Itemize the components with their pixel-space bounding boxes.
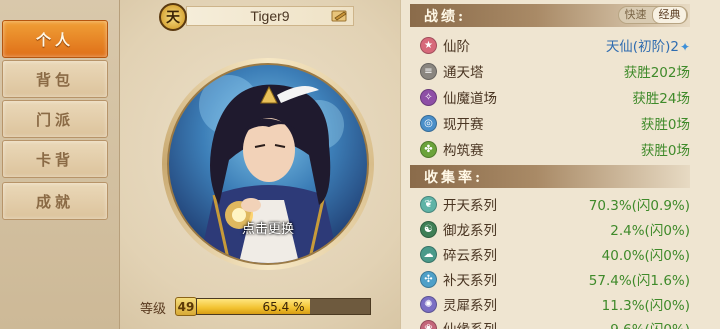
sidebar: 个人 背包 门派 卡背 成就 [0,0,120,329]
demon-icon: ✧ [420,88,437,106]
record-row-rank: ★ 仙阶 天仙(初阶)2✦ [420,33,690,57]
tab-card-back[interactable]: 卡背 [2,140,108,178]
collection-header: 收集率: [410,165,690,188]
tab-personal[interactable]: 个人 [2,20,108,58]
record-label: 仙阶 [443,39,470,55]
exp-bar: 65.4 % [196,298,371,315]
record-row-build: ✤ 构筑赛 获胜0场 [420,137,690,161]
tab-sect[interactable]: 门派 [2,100,108,138]
collection-row: ❦ 开天系列 70.3%(闪0.9%) [420,192,690,216]
record-row-tower: ≡ 通天塔 获胜202场 [420,59,690,83]
avatar[interactable]: 点击更换 [167,63,369,265]
swirl-icon: ◎ [420,114,437,132]
tab-backpack[interactable]: 背包 [2,60,108,98]
build-icon: ✤ [420,140,437,158]
record-value: 获胜24场 [632,91,690,107]
collection-value: 11.3%(闪0%) [601,298,690,314]
level-badge: 49 [175,297,197,316]
tower-icon: ≡ [420,62,437,80]
change-avatar-label[interactable]: 点击更换 [169,218,367,237]
edit-name-icon[interactable] [330,8,350,24]
collection-label: 仙缘系列 [443,318,497,329]
record-label: 构筑赛 [443,143,484,159]
exp-percent: 65.4 % [262,299,305,314]
collection-row: ❀ 仙缘系列 9.6%(闪0%) [420,316,690,329]
record-row-open: ◎ 现开赛 获胜0场 [420,111,690,135]
level-label: 等级 [140,302,167,317]
avatar-frame[interactable]: 点击更换 [162,58,374,270]
dragon-icon: ☯ [420,220,437,238]
star-icon: ★ [420,36,437,54]
collection-label: 御龙系列 [443,223,497,239]
record-value: 天仙(初阶)2✦ [605,39,690,55]
collection-label: 补天系列 [443,273,497,289]
collection-label: 灵犀系列 [443,298,497,314]
tab-achievements[interactable]: 成就 [2,182,108,220]
rhino-icon: ✺ [420,295,437,313]
collection-value: 9.6%(闪0%) [610,318,690,329]
cloud-icon: ☁ [420,245,437,263]
collection-row: ☁ 碎云系列 40.0%(闪0%) [420,242,690,266]
title-badge[interactable]: 天 [159,3,187,31]
record-label: 现开赛 [443,117,484,133]
immortal-icon: ❀ [420,319,437,329]
record-value: 获胜0场 [640,117,690,133]
record-value: 获胜0场 [640,143,690,159]
mode-toggle[interactable]: 快速 经典 [618,6,688,24]
leaf-icon: ❦ [420,195,437,213]
record-label: 仙魔道场 [443,91,497,107]
collection-value: 57.4%(闪1.6%) [588,273,690,289]
record-value: 获胜202场 [623,65,690,81]
collection-label: 碎云系列 [443,248,497,264]
sky-icon: ✣ [420,270,437,288]
toggle-fast[interactable]: 快速 [619,7,652,23]
record-label: 通天塔 [443,65,484,81]
sparkle-icon: ✦ [679,40,690,54]
collection-row: ✺ 灵犀系列 11.3%(闪0%) [420,292,690,316]
collection-value: 2.4%(闪0%) [610,223,690,239]
collection-row: ✣ 补天系列 57.4%(闪1.6%) [420,267,690,291]
collection-value: 40.0%(闪0%) [601,248,690,264]
record-row-arena: ✧ 仙魔道场 获胜24场 [420,85,690,109]
player-name: Tiger9 [186,6,354,26]
collection-row: ☯ 御龙系列 2.4%(闪0%) [420,217,690,241]
collection-value: 70.3%(闪0.9%) [588,198,690,214]
toggle-classic[interactable]: 经典 [652,6,687,24]
collection-label: 开天系列 [443,198,497,214]
